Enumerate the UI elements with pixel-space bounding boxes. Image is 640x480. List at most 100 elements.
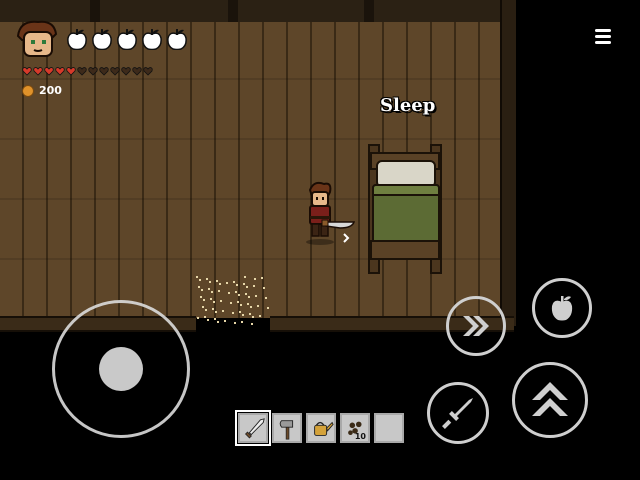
- sparkle-particle: [201, 289, 203, 291]
- sparkle-particle: [209, 281, 211, 283]
- heart-icon: [77, 67, 87, 76]
- sparkle-particle: [238, 294, 240, 296]
- sparkle-particle: [241, 321, 243, 323]
- sparkle-particle: [250, 306, 252, 308]
- sparkle-particle: [254, 278, 256, 280]
- sparkle-particle: [212, 308, 214, 310]
- heart-icon: [66, 67, 76, 76]
- heart-icon: [22, 67, 32, 76]
- sparkle-particle: [206, 278, 208, 280]
- sparkle-particle: [255, 295, 257, 297]
- sparkle-particle: [228, 292, 230, 294]
- double-up-arrow-icon: [532, 382, 568, 416]
- sparkle-particle: [240, 304, 242, 306]
- sparkle-particle: [220, 300, 222, 302]
- sword-icon: [442, 398, 473, 429]
- sparkle-particle: [222, 310, 224, 312]
- sparkle-particle: [247, 303, 249, 305]
- sparkle-particle: [198, 286, 200, 288]
- sparkle-particle: [199, 279, 201, 281]
- sparkle-particle: [245, 293, 247, 295]
- coin-icon: [22, 84, 34, 97]
- coin-amount: 200: [39, 84, 62, 97]
- sparkle-particle: [233, 281, 235, 283]
- player-portrait: [16, 20, 58, 57]
- heart-icon: [143, 67, 153, 76]
- sparkle-particle: [244, 276, 246, 278]
- sparkle-particle: [211, 291, 213, 293]
- hunger-apple-icon: [142, 29, 162, 50]
- sword-icon: [245, 418, 265, 439]
- interact-button[interactable]: [512, 362, 588, 438]
- sparkle-particle: [215, 311, 217, 313]
- double-chevron-icon: [463, 316, 489, 336]
- sparkle-particle: [267, 307, 269, 309]
- hunger-apple-icon: [167, 29, 187, 50]
- eat-button[interactable]: [532, 278, 592, 338]
- sparkle-particle: [234, 322, 236, 324]
- sparkle-particle: [200, 296, 202, 298]
- heart-icon: [99, 67, 109, 76]
- sparkle-particle: [237, 301, 239, 303]
- sparkle-particle: [204, 316, 206, 318]
- hunger-apple-icon: [117, 29, 137, 50]
- dash-button[interactable]: [446, 296, 506, 356]
- sparkle-particle: [232, 312, 234, 314]
- apple-icon: [551, 296, 573, 321]
- slot-count: 10: [354, 432, 366, 441]
- doorway-sparkles[interactable]: [196, 268, 270, 326]
- sparkle-particle: [235, 291, 237, 293]
- sparkle-particle: [224, 320, 226, 322]
- hotbar-slot[interactable]: [306, 413, 336, 443]
- hunger-bar: [66, 28, 188, 50]
- sparkle-particle: [219, 283, 221, 285]
- axe-icon: [279, 420, 294, 440]
- sparkle-particle: [261, 277, 263, 279]
- sparkle-particle: [217, 321, 219, 323]
- sparkle-particle: [207, 319, 209, 321]
- back-wall: [0, 0, 512, 24]
- sparkle-particle: [242, 314, 244, 316]
- hotbar-slot[interactable]: [374, 413, 404, 443]
- item-hotbar: 10: [235, 410, 404, 446]
- sparkle-particle: [249, 313, 251, 315]
- heart-icon: [132, 67, 142, 76]
- heart-icon: [33, 67, 43, 76]
- hunger-apple-icon: [67, 29, 87, 50]
- sparkle-particle: [202, 306, 204, 308]
- sparkle-particle: [236, 284, 238, 286]
- sparkle-particle: [213, 301, 215, 303]
- player-character: [306, 181, 356, 245]
- heart-icon: [55, 67, 65, 76]
- sparkle-particle: [203, 299, 205, 301]
- sparkle-particle: [251, 323, 253, 325]
- sparkle-particle: [230, 302, 232, 304]
- sparkle-particle: [196, 276, 198, 278]
- bed[interactable]: [368, 144, 442, 274]
- sparkle-particle: [265, 297, 267, 299]
- heart-icon: [121, 67, 131, 76]
- sparkle-particle: [252, 316, 254, 318]
- sparkle-particle: [248, 296, 250, 298]
- game-viewport: Sleep 200 10: [0, 0, 640, 480]
- hotbar-slot[interactable]: [235, 410, 271, 446]
- heart-icon: [44, 67, 54, 76]
- sparkle-particle: [218, 290, 220, 292]
- heart-icon: [88, 67, 98, 76]
- sparkle-particle: [243, 283, 245, 285]
- watering-can-icon: [314, 421, 334, 436]
- hamburger-menu-icon[interactable]: [592, 26, 614, 46]
- coin-counter: 200: [22, 84, 62, 97]
- sparkle-particle: [257, 305, 259, 307]
- sparkle-particle: [208, 288, 210, 290]
- sleep-prompt[interactable]: Sleep: [380, 95, 435, 116]
- movement-joystick[interactable]: [52, 300, 190, 438]
- sparkle-particle: [263, 287, 265, 289]
- hunger-apple-icon: [92, 29, 112, 50]
- attack-button[interactable]: [427, 382, 489, 444]
- hotbar-slot[interactable]: 10: [340, 413, 370, 443]
- sparkle-particle: [197, 317, 199, 319]
- joystick-knob[interactable]: [99, 347, 143, 391]
- hotbar-slot[interactable]: [272, 413, 302, 443]
- sparkle-particle: [239, 311, 241, 313]
